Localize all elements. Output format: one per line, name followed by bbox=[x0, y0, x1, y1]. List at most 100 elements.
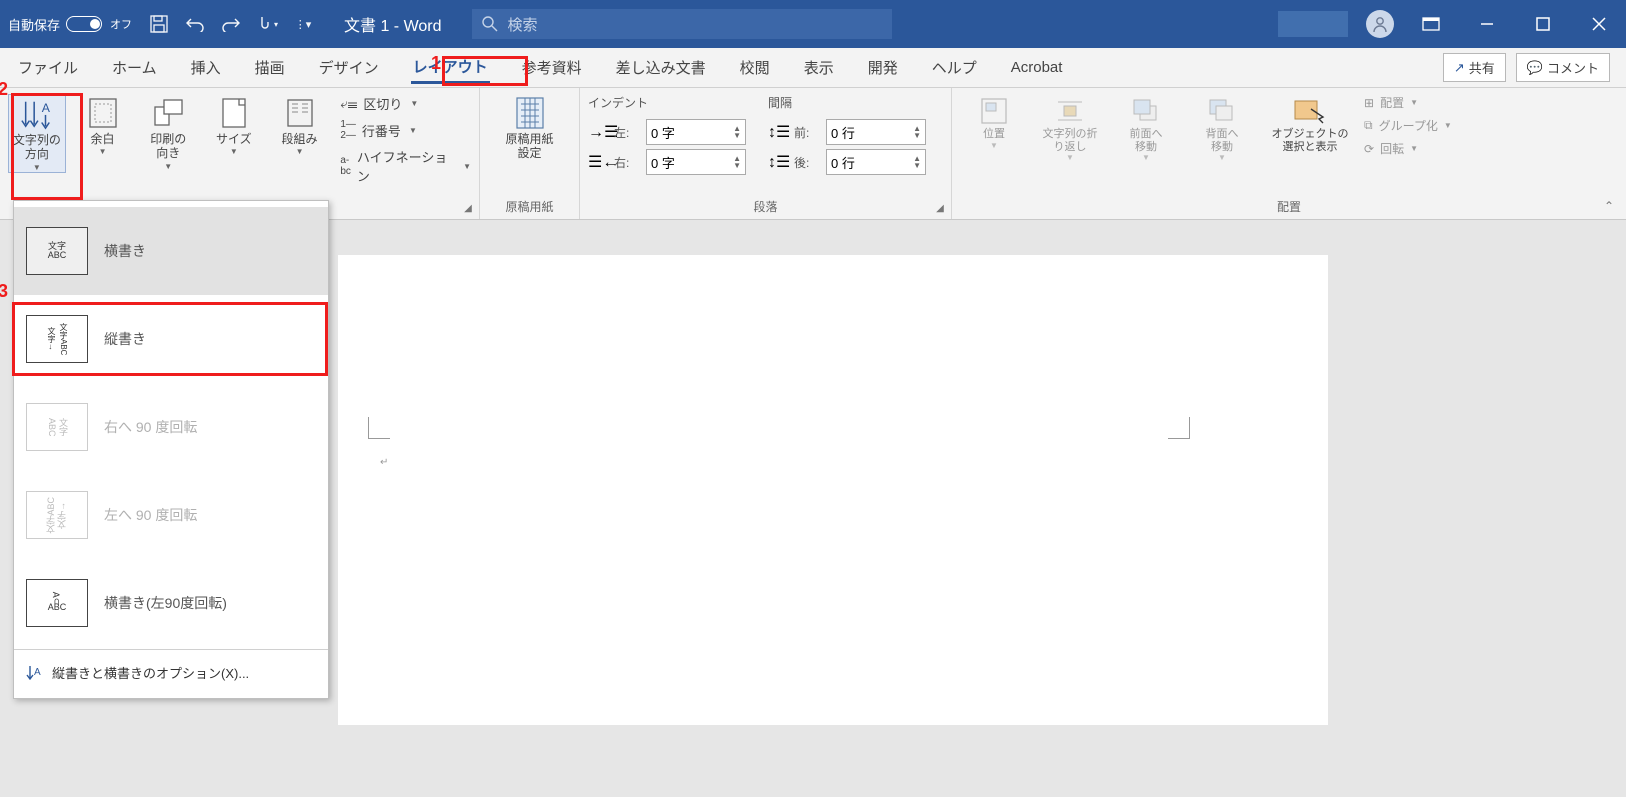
margin-corner-tr bbox=[1168, 417, 1190, 439]
maximize-button[interactable] bbox=[1524, 13, 1562, 35]
position-icon bbox=[977, 96, 1011, 126]
dropdown-item-rotate-left: 文字ABC文字→ 左へ 90 度回転 bbox=[14, 471, 328, 559]
indent-heading: インデント bbox=[588, 94, 746, 111]
ribbon-tabs: ファイル ホーム 挿入 描画 デザイン レイアウト 参考資料 差し込み文書 校閲… bbox=[0, 48, 1626, 88]
user-icon[interactable] bbox=[1366, 10, 1394, 38]
tab-view[interactable]: 表示 bbox=[802, 53, 836, 82]
dropdown-item-horizontal[interactable]: 文字ABC 横書き bbox=[14, 207, 328, 295]
tab-draw[interactable]: 描画 bbox=[253, 53, 287, 82]
line-numbers-button[interactable]: 1—2—行番号▼ bbox=[340, 119, 471, 141]
size-icon bbox=[217, 96, 251, 130]
tab-home[interactable]: ホーム bbox=[110, 53, 159, 82]
margin-corner-tl bbox=[368, 417, 390, 439]
dropdown-item-rotate-right: ABC文字 右へ 90 度回転 bbox=[14, 383, 328, 471]
qat-more-icon[interactable]: ⋮▾ bbox=[292, 13, 314, 35]
account-box[interactable] bbox=[1278, 11, 1348, 37]
group-manuscript: 原稿用紙 設定 原稿用紙 bbox=[480, 88, 580, 219]
margins-icon bbox=[86, 96, 120, 130]
tab-review[interactable]: 校閲 bbox=[738, 53, 772, 82]
svg-text:A: A bbox=[34, 667, 41, 678]
search-placeholder: 検索 bbox=[508, 14, 538, 35]
chevron-down-icon: ▼ bbox=[410, 99, 418, 108]
comment-icon: 💬 bbox=[1527, 60, 1543, 76]
search-input[interactable]: 検索 bbox=[472, 9, 892, 39]
rotate-right-icon: ABC文字 bbox=[26, 403, 88, 451]
tab-help[interactable]: ヘルプ bbox=[930, 53, 979, 82]
chevron-down-icon: ▼ bbox=[164, 162, 172, 171]
text-direction-options-icon: A bbox=[26, 664, 42, 680]
manuscript-button[interactable]: 原稿用紙 設定 bbox=[491, 94, 569, 161]
spinner-arrows-icon[interactable]: ▲▼ bbox=[913, 155, 921, 169]
autosave-toggle[interactable]: 自動保存 オフ bbox=[8, 15, 132, 34]
tab-design[interactable]: デザイン bbox=[317, 53, 381, 82]
indent-left-icon: →☰ bbox=[588, 122, 608, 142]
indent-left-input[interactable]: 0 字▲▼ bbox=[646, 119, 746, 145]
save-icon[interactable] bbox=[148, 13, 170, 35]
chevron-down-icon: ▼ bbox=[99, 147, 107, 156]
breaks-icon: ⤶☰ bbox=[340, 96, 357, 112]
wrap-text-button[interactable]: 文字列の折 り返し▼ bbox=[1036, 94, 1104, 162]
bring-forward-button[interactable]: 前面へ 移動▼ bbox=[1112, 94, 1180, 162]
hyphenation-icon: a-bc bbox=[340, 155, 351, 177]
spacing-before-row: ↕☰ 前: 0 行▲▼ bbox=[768, 119, 926, 145]
minimize-button[interactable] bbox=[1468, 13, 1506, 35]
group-objects-button[interactable]: ⧉グループ化▼ bbox=[1364, 117, 1452, 134]
share-icon: ↗ bbox=[1454, 60, 1465, 76]
spacing-after-row: ↕☰ 後: 0 行▲▼ bbox=[768, 149, 926, 175]
spacing-after-input[interactable]: 0 行▲▼ bbox=[826, 149, 926, 175]
size-button[interactable]: サイズ ▼ bbox=[205, 94, 263, 156]
chevron-down-icon: ▼ bbox=[230, 147, 238, 156]
ribbon-display-icon[interactable] bbox=[1412, 13, 1450, 35]
align-button[interactable]: ⊞配置▼ bbox=[1364, 94, 1452, 111]
share-button[interactable]: ↗共有 bbox=[1443, 53, 1506, 82]
annotation-box-2 bbox=[11, 93, 83, 200]
breaks-button[interactable]: ⤶☰区切り▼ bbox=[340, 94, 471, 113]
send-backward-icon bbox=[1205, 96, 1239, 126]
close-button[interactable] bbox=[1580, 13, 1618, 35]
dropdown-item-horiz-rot[interactable]: ∀⊂ABC 横書き(左90度回転) bbox=[14, 559, 328, 647]
undo-icon[interactable] bbox=[184, 13, 206, 35]
tab-insert[interactable]: 挿入 bbox=[189, 53, 223, 82]
send-backward-button[interactable]: 背面へ 移動▼ bbox=[1188, 94, 1256, 162]
tab-mailings[interactable]: 差し込み文書 bbox=[614, 53, 708, 82]
dropdown-options-button[interactable]: A 縦書きと横書きのオプション(X)... bbox=[14, 652, 328, 692]
tab-developer[interactable]: 開発 bbox=[866, 53, 900, 82]
spinner-arrows-icon[interactable]: ▲▼ bbox=[733, 155, 741, 169]
rotate-button[interactable]: ⟳回転▼ bbox=[1364, 140, 1452, 157]
spinner-arrows-icon[interactable]: ▲▼ bbox=[733, 125, 741, 139]
text-direction-dropdown: 文字ABC 横書き 文字→文字ABC 縦書き ABC文字 右へ 90 度回転 文… bbox=[13, 200, 329, 699]
spacing-heading: 間隔 bbox=[768, 94, 926, 111]
document-title: 文書 1 - Word bbox=[344, 12, 442, 36]
indent-right-input[interactable]: 0 字▲▼ bbox=[646, 149, 746, 175]
collapse-ribbon-icon[interactable]: ⌃ bbox=[1604, 199, 1614, 213]
spacing-after-icon: ↕☰ bbox=[768, 152, 788, 172]
chevron-down-icon: ▼ bbox=[463, 162, 471, 171]
tab-acrobat[interactable]: Acrobat bbox=[1009, 55, 1065, 80]
rotate-icon: ⟳ bbox=[1364, 142, 1374, 156]
chevron-down-icon: ▼ bbox=[409, 126, 417, 135]
indent-left-row: →☰ 左: 0 字▲▼ bbox=[588, 119, 746, 145]
spacing-before-input[interactable]: 0 行▲▼ bbox=[826, 119, 926, 145]
quick-access-toolbar: ▾ ⋮▾ bbox=[148, 13, 314, 35]
comments-button[interactable]: 💬コメント bbox=[1516, 53, 1610, 82]
columns-button[interactable]: 段組み ▼ bbox=[271, 94, 329, 156]
indent-right-icon: ☰← bbox=[588, 152, 608, 172]
annotation-number-2: 2 bbox=[0, 79, 8, 100]
annotation-box-1 bbox=[442, 56, 528, 86]
spinner-arrows-icon[interactable]: ▲▼ bbox=[913, 125, 921, 139]
manuscript-icon bbox=[513, 96, 547, 130]
position-button[interactable]: 位置▼ bbox=[960, 94, 1028, 150]
hyphenation-button[interactable]: a-bcハイフネーション▼ bbox=[340, 147, 471, 185]
selection-pane-button[interactable]: オブジェクトの 選択と表示 bbox=[1264, 94, 1356, 153]
orientation-button[interactable]: 印刷の 向き ▼ bbox=[139, 94, 197, 171]
chevron-down-icon: ▼ bbox=[296, 147, 304, 156]
tab-references[interactable]: 参考資料 bbox=[520, 53, 584, 82]
annotation-number-3: 3 bbox=[0, 281, 8, 302]
tab-file[interactable]: ファイル bbox=[16, 53, 80, 82]
page-setup-launcher[interactable]: ◢ bbox=[461, 201, 475, 215]
annotation-box-3 bbox=[12, 302, 328, 376]
document-page[interactable]: ↵ bbox=[338, 255, 1328, 725]
paragraph-launcher[interactable]: ◢ bbox=[933, 201, 947, 215]
redo-icon[interactable] bbox=[220, 13, 242, 35]
touch-mode-icon[interactable]: ▾ bbox=[256, 13, 278, 35]
